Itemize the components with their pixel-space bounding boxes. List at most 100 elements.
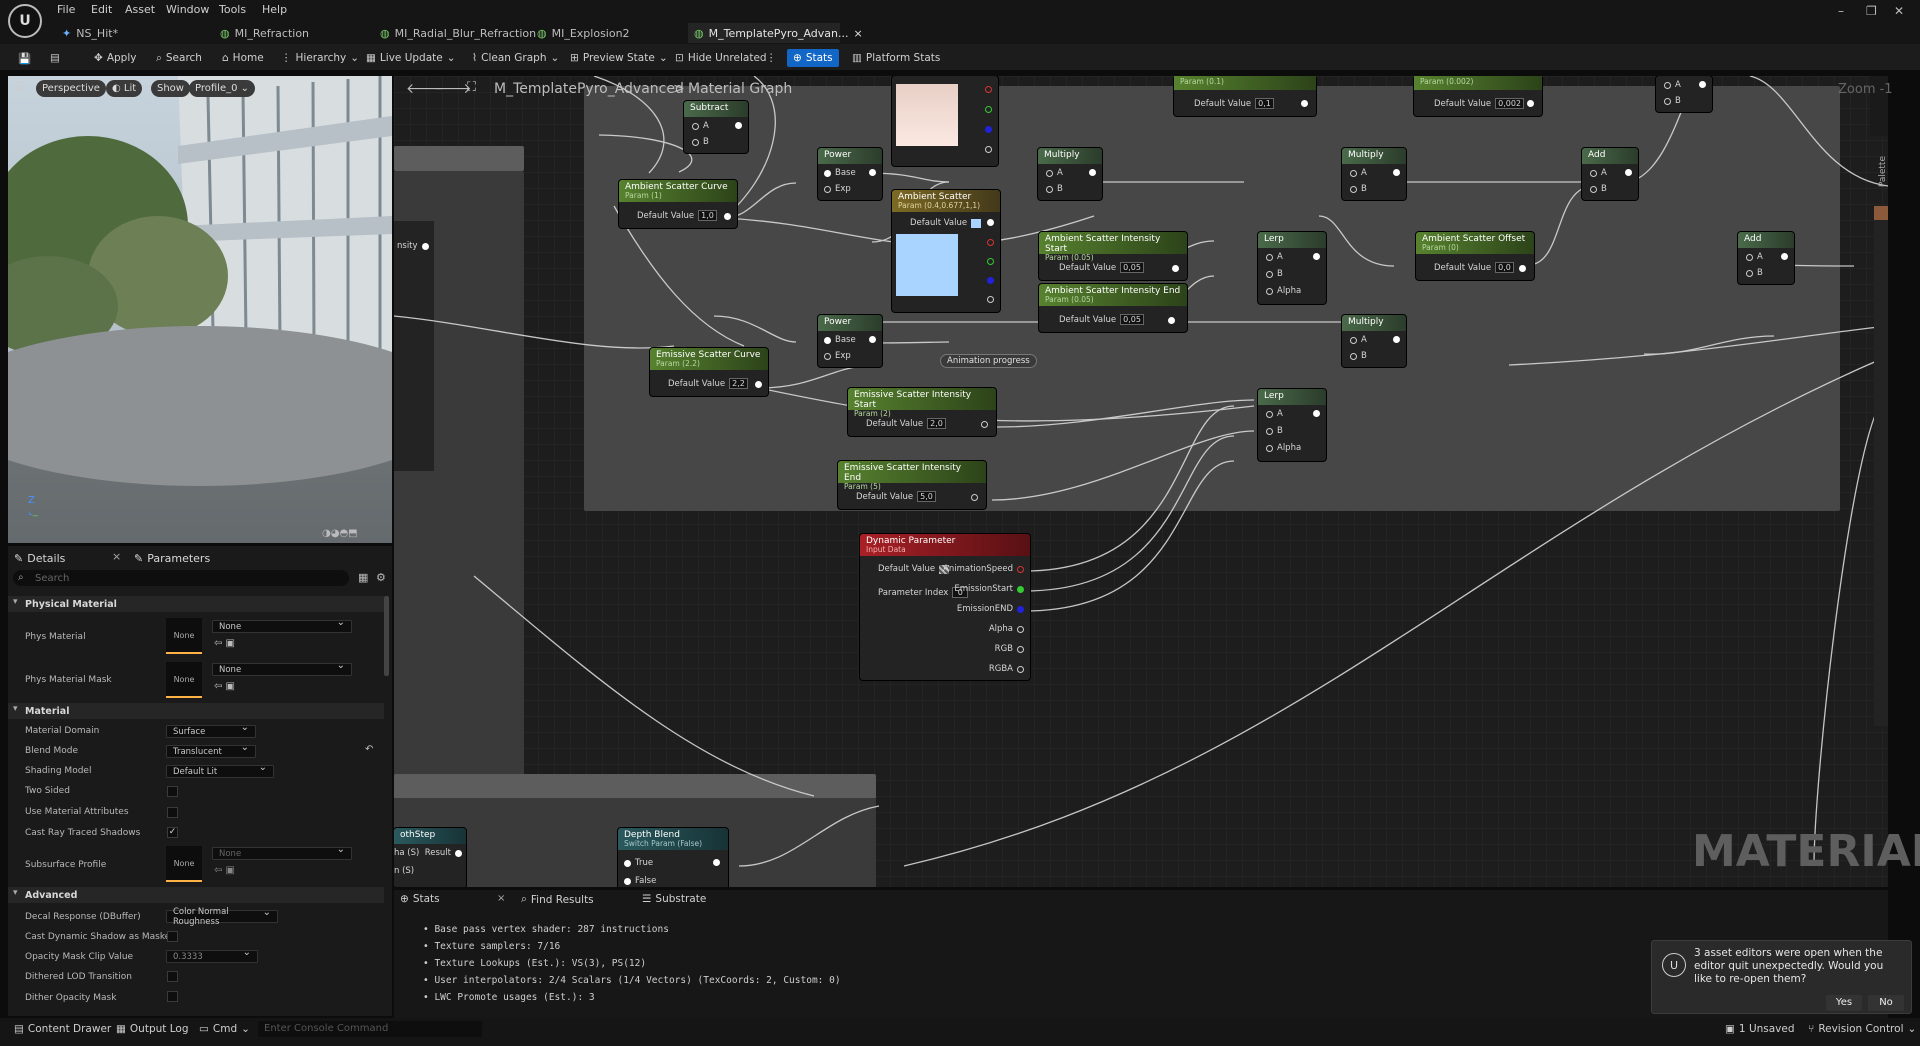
output-pin-icon[interactable] xyxy=(1172,265,1179,272)
input-pin-icon[interactable] xyxy=(1350,352,1357,360)
input-pin-icon[interactable] xyxy=(1046,169,1053,177)
tab-stats[interactable]: ⊕ Stats xyxy=(400,893,440,905)
input-pin-icon[interactable] xyxy=(692,138,699,146)
show-button[interactable]: Show xyxy=(151,80,190,97)
revision-control-button[interactable]: ⑂ Revision Control ⌄ xyxy=(1808,1023,1916,1035)
tab-m-templatepyro[interactable]: ◍ M_TemplatePyro_Advan... × xyxy=(688,23,863,43)
rgba-pin-icon[interactable] xyxy=(1017,665,1024,673)
section-material[interactable]: Material xyxy=(8,703,384,719)
node-multiply[interactable]: Multiply A B xyxy=(1038,148,1102,200)
input-pin-icon[interactable] xyxy=(1746,253,1753,261)
output-pin-icon[interactable] xyxy=(987,219,994,226)
two-sided-checkbox[interactable] xyxy=(167,786,178,797)
close-details-icon[interactable]: × xyxy=(112,550,121,563)
viewport-menu-icon[interactable]: ☰ xyxy=(14,80,30,97)
node-param-partial[interactable]: Param (0.002) Default Value 0,002 xyxy=(1414,76,1542,116)
default-value-input[interactable]: 2,2 xyxy=(729,378,748,389)
node-partial[interactable]: A B xyxy=(1656,76,1712,112)
clean-graph-button[interactable]: ⌇ Clean Graph ⌄ xyxy=(472,49,559,67)
node-ambient-scatter[interactable]: Ambient Scatter Param (0.4,0.677,1,1) Def… xyxy=(892,190,1000,312)
blue-pin-icon[interactable] xyxy=(985,126,992,133)
browse-arrow-icon[interactable]: ⇦ ▣ xyxy=(214,865,235,876)
details-scrollbar[interactable] xyxy=(384,596,389,676)
section-advanced[interactable]: Advanced xyxy=(8,887,384,903)
tab-find-results[interactable]: ⌕ Find Results xyxy=(521,893,594,906)
input-pin-icon[interactable] xyxy=(824,169,831,177)
input-pin-icon[interactable] xyxy=(1046,185,1053,193)
blue-pin-icon[interactable] xyxy=(987,277,994,284)
green-pin-icon[interactable] xyxy=(985,106,992,113)
material-graph-canvas[interactable]: nsity Subtract A B Ambient Scatter Curve… xyxy=(394,76,1888,887)
output-pin-icon[interactable] xyxy=(1301,100,1308,107)
tab-parameters[interactable]: ✎ Parameters xyxy=(134,550,210,566)
tab-substrate[interactable]: ☰ Substrate xyxy=(642,893,706,905)
output-pin-icon[interactable] xyxy=(1393,336,1400,343)
tab-mi-explosion2[interactable]: ◍ MI_Explosion2 xyxy=(537,23,630,43)
breadcrumb-graph[interactable]: Material Graph xyxy=(688,81,792,97)
menu-tools[interactable]: Tools xyxy=(219,3,246,16)
default-value-input[interactable]: 1,0 xyxy=(698,210,717,221)
save-icon[interactable]: 💾 xyxy=(18,49,31,67)
output-pin-icon[interactable] xyxy=(1168,317,1175,324)
output-pin-icon[interactable] xyxy=(455,849,462,857)
input-pin-icon[interactable] xyxy=(1266,444,1273,452)
menu-asset[interactable]: Asset xyxy=(125,3,155,16)
node-add[interactable]: Add A B xyxy=(1738,232,1794,284)
hide-unrelated-button[interactable]: ⊡ Hide Unrelated xyxy=(675,49,767,67)
asset-thumbnail[interactable]: None xyxy=(166,846,202,882)
default-value-input[interactable]: 0,05 xyxy=(1120,262,1144,273)
minimize-icon[interactable]: – xyxy=(1838,4,1844,18)
blend-mode-dropdown[interactable]: Translucent xyxy=(166,742,256,758)
input-pin-icon[interactable] xyxy=(624,859,631,867)
no-button[interactable]: No xyxy=(1868,995,1904,1011)
output-pin-icon[interactable] xyxy=(869,169,876,176)
forward-arrow-icon[interactable]: 🡒 xyxy=(434,80,472,97)
input-pin-icon[interactable] xyxy=(1664,97,1671,105)
tab-mi-radial-blur[interactable]: ◍ MI_Radial_Blur_Refraction xyxy=(380,23,536,43)
apply-button[interactable]: ✥ Apply xyxy=(94,49,136,67)
default-value-input[interactable]: 0,002 xyxy=(1495,98,1525,109)
output-pin-icon[interactable] xyxy=(1527,100,1534,107)
close-stats-icon[interactable]: × xyxy=(497,893,505,904)
red-pin-icon[interactable] xyxy=(987,239,994,246)
cast-ray-traced-shadows-checkbox[interactable]: ✓ xyxy=(167,827,178,838)
output-pin-icon[interactable] xyxy=(1313,410,1320,417)
search-button[interactable]: ⌕ Search xyxy=(156,49,202,67)
red-pin-icon[interactable] xyxy=(1017,565,1024,573)
preview-viewport[interactable] xyxy=(8,76,392,543)
input-pin-icon[interactable] xyxy=(1746,269,1753,277)
input-pin-icon[interactable] xyxy=(1266,427,1273,435)
output-pin-icon[interactable] xyxy=(755,381,762,388)
profile-dropdown[interactable]: Profile_0 ⌄ xyxy=(189,80,256,97)
output-pin-icon[interactable] xyxy=(724,213,731,220)
node-ambient-scatter-curve[interactable]: Ambient Scatter Curve Param (1) Default V… xyxy=(619,180,737,228)
phys-material-dropdown[interactable]: None xyxy=(212,617,352,633)
menu-file[interactable]: File xyxy=(57,3,75,16)
input-pin-icon[interactable] xyxy=(1350,185,1357,193)
red-pin-icon[interactable] xyxy=(985,86,992,93)
restore-icon[interactable]: ❐ xyxy=(1866,4,1877,18)
output-pin-icon[interactable] xyxy=(1393,169,1400,176)
unsaved-indicator[interactable]: ▣ 1 Unsaved xyxy=(1725,1023,1795,1035)
node-lerp[interactable]: Lerp A B Alpha xyxy=(1258,389,1326,461)
phys-mask-dropdown[interactable]: None xyxy=(212,660,352,676)
alpha-pin-icon[interactable] xyxy=(987,296,994,303)
unreal-logo-icon[interactable]: U xyxy=(8,4,42,38)
node-multiply[interactable]: Multiply A B xyxy=(1342,315,1406,367)
content-drawer-button[interactable]: ▤ Content Drawer xyxy=(14,1023,111,1035)
close-tab-icon[interactable]: × xyxy=(853,27,862,40)
output-pin-icon[interactable] xyxy=(1089,169,1096,176)
output-pin-icon[interactable] xyxy=(1781,253,1788,260)
console-command-input[interactable]: Enter Console Command xyxy=(258,1021,482,1037)
output-pin-icon[interactable] xyxy=(1625,169,1632,176)
node-ambient-scatter-intensity-start[interactable]: Ambient Scatter Intensity Start Param (0.… xyxy=(1039,232,1187,280)
color-swatch[interactable] xyxy=(971,218,982,228)
node-dynamic-parameter[interactable]: Dynamic Parameter Input Data Default Valu… xyxy=(860,534,1030,680)
node-subtract[interactable]: Subtract A B xyxy=(684,101,748,153)
node-emissive-scatter-intensity-end[interactable]: Emissive Scatter Intensity End Param (5) … xyxy=(838,461,986,509)
table-view-icon[interactable]: ▦ xyxy=(358,571,368,584)
input-pin-icon[interactable] xyxy=(1266,270,1273,278)
output-pin-icon[interactable] xyxy=(1699,81,1706,88)
preview-shape-icons[interactable]: ◑◕◓⬒ xyxy=(322,528,358,539)
node-add[interactable]: Add A B xyxy=(1582,148,1638,200)
